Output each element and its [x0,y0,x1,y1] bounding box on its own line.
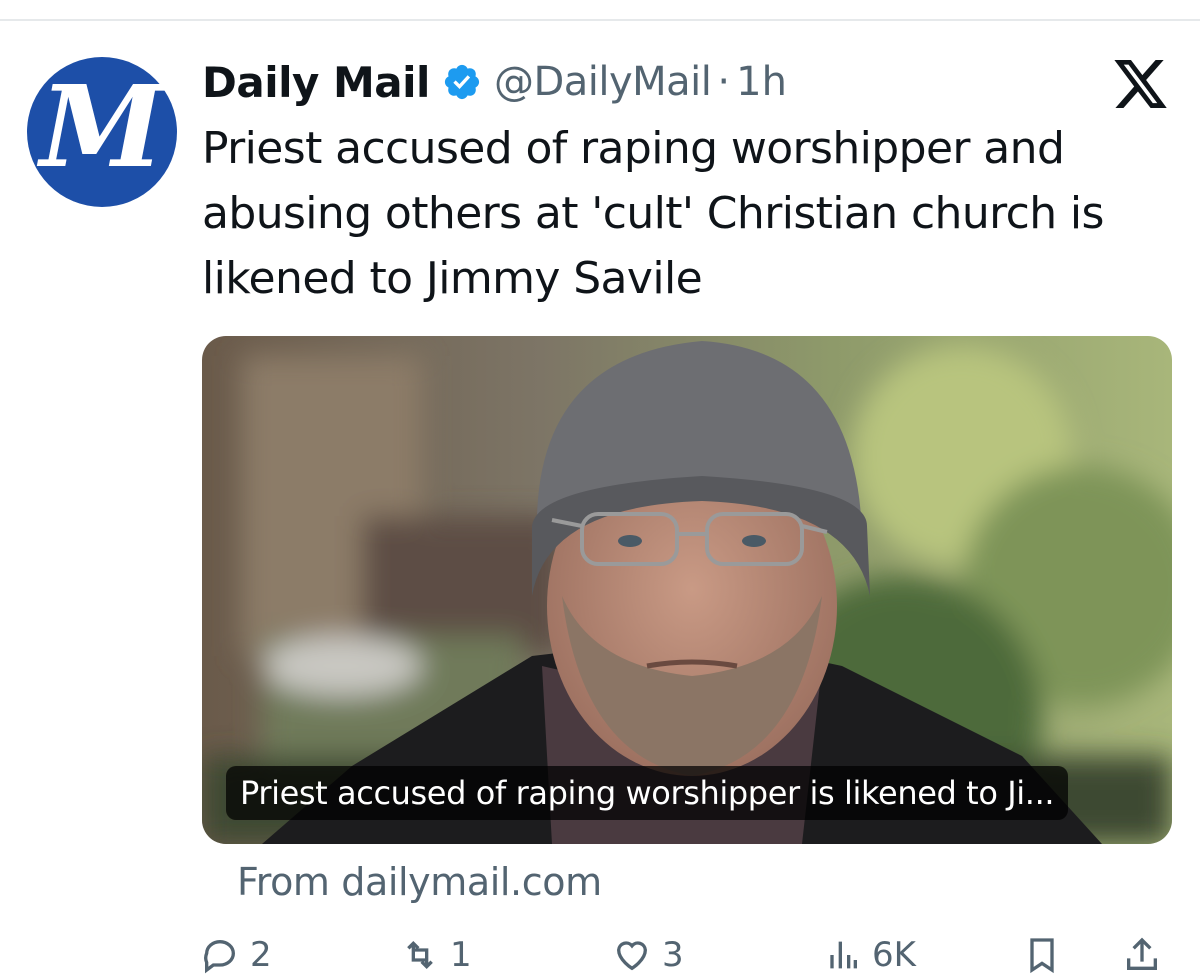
author-name[interactable]: Daily Mail [202,58,430,107]
share-button[interactable] [1122,935,1162,975]
views-icon [830,941,857,969]
x-logo-icon [1114,60,1167,108]
views-button[interactable]: 6K [822,935,916,975]
repost-icon [407,940,433,970]
like-button[interactable]: 3 [612,935,684,975]
share-icon [1127,937,1157,970]
reply-icon [204,940,235,974]
avatar[interactable]: M [27,57,177,207]
bookmark-icon [1030,938,1054,974]
author-handle[interactable]: @DailyMail [494,59,712,105]
avatar-letter: M [40,62,164,193]
repost-button[interactable]: 1 [400,935,472,975]
views-count: 6K [872,935,916,975]
bookmark-button[interactable] [1022,935,1062,975]
top-divider [0,19,1200,21]
like-count: 3 [662,935,684,975]
card-caption: Priest accused of raping worshipper is l… [226,766,1069,820]
post-header: Daily Mail @DailyMail · 1h [202,54,787,110]
link-card[interactable]: Priest accused of raping worshipper is l… [202,336,1172,844]
post-text: Priest accused of raping worshipper and … [202,123,1104,304]
post-timestamp[interactable]: 1h [736,59,787,105]
reply-count: 2 [250,935,272,975]
action-bar: 2 1 3 6K [200,935,1180,975]
verified-badge-icon [444,64,480,100]
reply-button[interactable]: 2 [200,935,272,975]
repost-count: 1 [450,935,472,975]
separator-dot: · [717,59,731,105]
like-icon [616,941,648,971]
card-source[interactable]: From dailymail.com [237,860,602,904]
